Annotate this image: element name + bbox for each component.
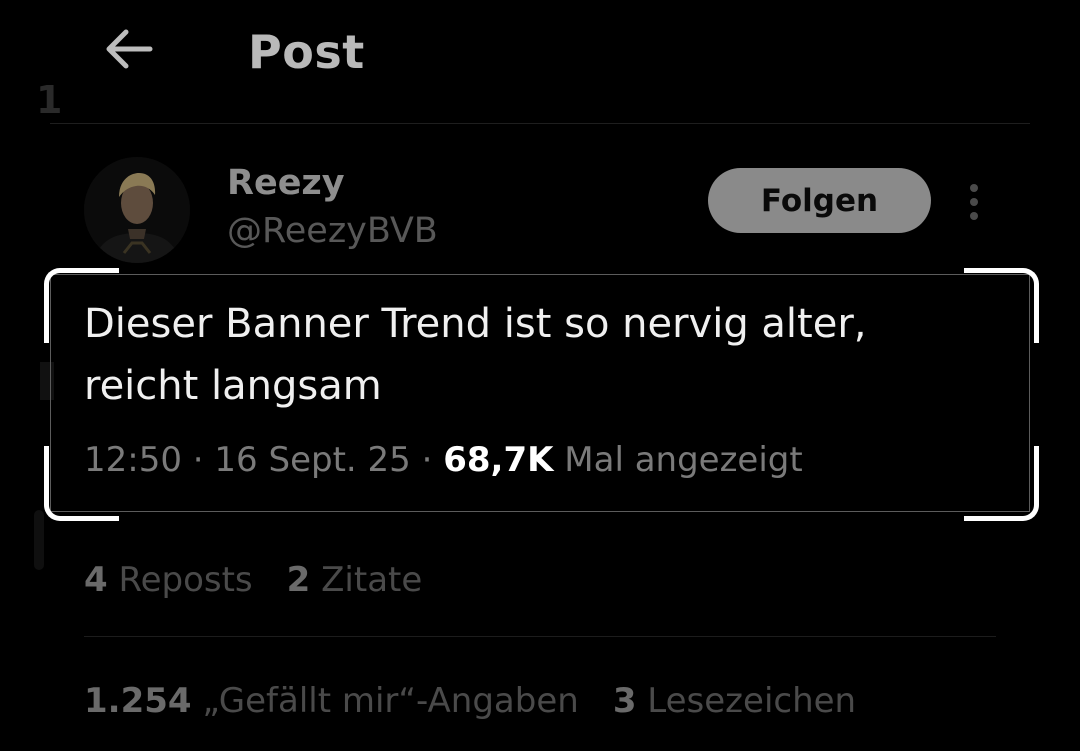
page-title: Post (248, 25, 365, 79)
bookmarks-count: 3 (612, 681, 637, 721)
bookmarks-stat[interactable]: 3 Lesezeichen (613, 681, 856, 721)
view-count-label: Mal angezeigt (553, 440, 803, 480)
quotes-count: 2 (286, 560, 311, 600)
tweet-date[interactable]: 16 Sept. 25 (214, 440, 410, 480)
stray-digit: 1 (36, 78, 63, 122)
tweet-metadata: 12:50 · 16 Sept. 25 · 68,7K Mal angezeig… (84, 436, 803, 484)
back-arrow-icon[interactable] (102, 26, 154, 72)
reposts-stat[interactable]: 4 Reposts (84, 560, 253, 600)
more-vertical-icon[interactable] (962, 180, 986, 224)
tweet-time[interactable]: 12:50 (84, 440, 182, 480)
stats-divider (84, 636, 996, 637)
quotes-label: Zitate (310, 560, 423, 600)
tweet-text: Dieser Banner Trend ist so nervig alter,… (84, 301, 867, 409)
reposts-count: 4 (84, 560, 108, 600)
meta-separator: · (181, 440, 215, 480)
meta-separator: · (410, 440, 444, 480)
stats-row-reposts-quotes: 4 Reposts 2 Zitate (84, 556, 422, 604)
highlight-corner-bottom-right (964, 446, 1039, 521)
quotes-stat[interactable]: 2 Zitate (287, 560, 423, 600)
stats-row-likes-bookmarks: 1.254 „Gefällt mir“-Angaben 3 Lesezeichen (84, 677, 856, 725)
likes-count: 1.254 (84, 681, 192, 721)
view-count: 68,7K (443, 440, 554, 480)
header-divider (50, 123, 1030, 124)
bookmarks-label: Lesezeichen (636, 681, 857, 721)
follow-button[interactable]: Folgen (708, 168, 931, 233)
author-handle[interactable]: @ReezyBVB (227, 208, 438, 254)
background-artifact (34, 510, 44, 570)
avatar[interactable] (84, 157, 190, 263)
likes-label: „Gefällt mir“-Angaben (191, 681, 579, 721)
reposts-label: Reposts (107, 560, 253, 600)
likes-stat[interactable]: 1.254 „Gefällt mir“-Angaben (84, 681, 579, 721)
author-name[interactable]: Reezy (227, 160, 345, 206)
